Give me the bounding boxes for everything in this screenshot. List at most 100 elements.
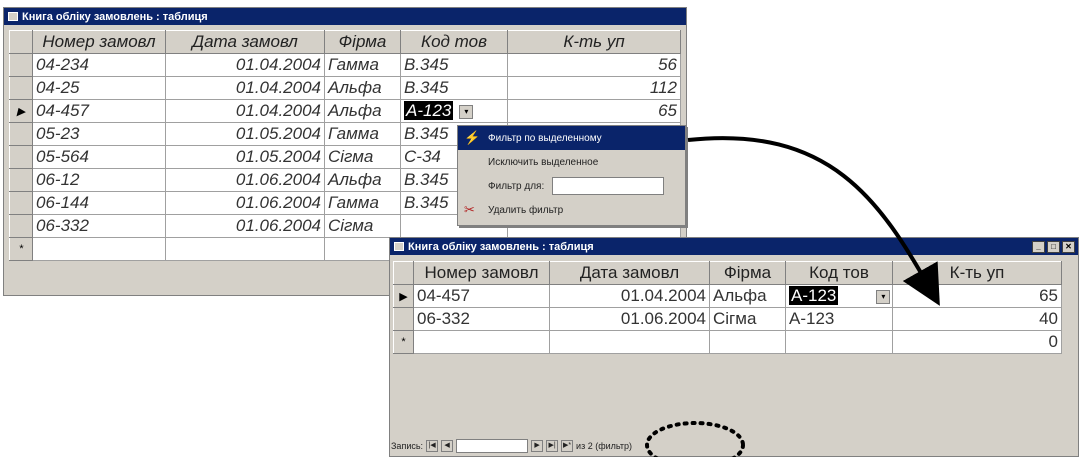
window-title-bar[interactable]: Книга обліку замовлень : таблиця _ □ ✕ — [390, 238, 1078, 255]
quantity-cell[interactable]: 65 — [507, 99, 681, 123]
firm-cell[interactable]: Альфа — [324, 168, 401, 192]
order-date-cell[interactable]: 01.06.2004 — [549, 307, 710, 331]
order-date-cell[interactable]: 01.04.2004 — [165, 53, 325, 77]
product-code-cell-selected[interactable]: A-123 ▾ — [400, 99, 508, 123]
order-date-cell[interactable]: 01.06.2004 — [165, 191, 325, 215]
row-selector[interactable] — [9, 145, 33, 169]
select-all-corner[interactable] — [9, 30, 33, 54]
column-header[interactable]: Дата замовл — [549, 261, 710, 285]
firm-cell[interactable]: Сігма — [324, 214, 401, 238]
close-icon[interactable]: ✕ — [1062, 240, 1075, 253]
quantity-cell[interactable]: 65 — [892, 284, 1062, 308]
menu-item-filter-by-selection[interactable]: ⚡ Фильтр по выделенному — [458, 126, 685, 150]
column-header[interactable]: Фірма — [324, 30, 401, 54]
menu-item-label: Исключить выделенное — [488, 156, 599, 168]
order-date-cell[interactable]: 01.05.2004 — [165, 122, 325, 146]
dropdown-arrow-icon[interactable]: ▾ — [876, 289, 891, 304]
row-selector[interactable] — [9, 168, 33, 192]
table-icon — [8, 12, 18, 21]
order-number-cell[interactable]: 06-12 — [32, 168, 166, 192]
menu-item-exclude-selection[interactable]: Исключить выделенное — [458, 150, 685, 174]
window-title-bar[interactable]: Книга обліку замовлень : таблиця — [4, 8, 686, 25]
table-row: 04-25 01.04.2004 Альфа B.345 112 — [9, 76, 681, 100]
selected-text: A-123 — [789, 286, 839, 305]
order-number-cell[interactable]: 06-144 — [32, 191, 166, 215]
datasheet-grid-filtered: Номер замовл Дата замовл Фірма Код тов К… — [393, 261, 1062, 354]
order-number-cell[interactable]: 04-25 — [32, 76, 166, 100]
menu-item-label: Фильтр по выделенному — [488, 132, 602, 144]
table-row: 04-234 01.04.2004 Гамма B.345 56 — [9, 53, 681, 77]
product-code-cell-selected[interactable]: A-123 ▾ — [785, 284, 893, 308]
quantity-cell[interactable]: 112 — [507, 76, 681, 100]
table-row-current: ▶ 04-457 01.04.2004 Альфа A-123 ▾ 65 — [9, 99, 681, 123]
column-header[interactable]: К-ть уп — [507, 30, 681, 54]
firm-cell[interactable]: Гамма — [324, 53, 401, 77]
filter-for-input[interactable] — [552, 177, 665, 195]
firm-cell[interactable]: Альфа — [324, 99, 401, 123]
quantity-cell[interactable]: 40 — [892, 307, 1062, 331]
previous-record-icon[interactable]: ◀ — [441, 440, 454, 452]
product-code-cell[interactable]: B.345 — [400, 53, 508, 77]
current-row-indicator[interactable]: ▶ — [9, 99, 33, 123]
selected-text: A-123 — [404, 101, 454, 120]
new-record-indicator[interactable]: * — [393, 330, 414, 354]
row-selector[interactable] — [9, 122, 33, 146]
row-selector[interactable] — [9, 76, 33, 100]
new-record-icon[interactable]: ▶* — [561, 440, 574, 452]
row-selector[interactable] — [393, 307, 414, 331]
firm-cell[interactable]: Сігма — [324, 145, 401, 169]
filter-selection-icon: ⚡ — [464, 130, 481, 145]
quantity-cell[interactable]: 56 — [507, 53, 681, 77]
record-label: Запись: — [391, 441, 424, 451]
order-number-cell[interactable]: 06-332 — [32, 214, 166, 238]
window-title: Книга обліку замовлень : таблиця — [22, 10, 208, 23]
column-header[interactable]: Код тов — [785, 261, 893, 285]
row-selector[interactable] — [9, 214, 33, 238]
order-date-cell[interactable]: 01.06.2004 — [165, 214, 325, 238]
first-record-icon[interactable]: |◀ — [426, 440, 439, 452]
column-header[interactable]: Фірма — [709, 261, 786, 285]
firm-cell[interactable]: Сігма — [709, 307, 786, 331]
column-header[interactable]: Номер замовл — [413, 261, 550, 285]
record-count-text: из 2 (фильтр) — [576, 441, 632, 451]
row-selector[interactable] — [9, 53, 33, 77]
order-number-cell[interactable]: 04-457 — [32, 99, 166, 123]
order-number-cell[interactable]: 05-23 — [32, 122, 166, 146]
menu-item-filter-for[interactable]: Фильтр для: — [458, 174, 685, 198]
quantity-cell-default[interactable]: 0 — [892, 330, 1062, 354]
new-record-indicator[interactable]: * — [9, 237, 33, 261]
order-date-cell[interactable]: 01.05.2004 — [165, 145, 325, 169]
firm-cell[interactable]: Гамма — [324, 191, 401, 215]
current-row-indicator[interactable]: ▶ — [393, 284, 414, 308]
column-header[interactable]: Номер замовл — [32, 30, 166, 54]
last-record-icon[interactable]: ▶| — [546, 440, 559, 452]
record-number-input[interactable] — [456, 439, 529, 453]
select-all-corner[interactable] — [393, 261, 414, 285]
context-menu: ⚡ Фильтр по выделенному Исключить выделе… — [457, 125, 686, 226]
firm-cell[interactable]: Гамма — [324, 122, 401, 146]
order-number-cell[interactable]: 04-234 — [32, 53, 166, 77]
product-code-cell[interactable]: B.345 — [400, 76, 508, 100]
order-date-cell[interactable]: 01.04.2004 — [549, 284, 710, 308]
firm-cell[interactable]: Альфа — [324, 76, 401, 100]
maximize-icon[interactable]: □ — [1047, 240, 1060, 253]
order-number-cell[interactable]: 04-457 — [413, 284, 550, 308]
next-record-icon[interactable]: ▶ — [531, 440, 544, 452]
firm-cell[interactable]: Альфа — [709, 284, 786, 308]
column-header[interactable]: К-ть уп — [892, 261, 1062, 285]
product-code-cell[interactable]: A-123 — [785, 307, 893, 331]
order-date-cell[interactable]: 01.04.2004 — [165, 99, 325, 123]
column-header[interactable]: Дата замовл — [165, 30, 325, 54]
order-date-cell[interactable]: 01.04.2004 — [165, 76, 325, 100]
row-selector[interactable] — [9, 191, 33, 215]
order-number-cell[interactable]: 06-332 — [413, 307, 550, 331]
order-number-cell[interactable]: 05-564 — [32, 145, 166, 169]
menu-item-label: Удалить фильтр — [488, 204, 564, 216]
menu-item-remove-filter[interactable]: ✂ Удалить фильтр — [458, 198, 685, 222]
minimize-icon[interactable]: _ — [1032, 240, 1045, 253]
order-date-cell[interactable]: 01.06.2004 — [165, 168, 325, 192]
menu-item-label: Фильтр для: — [488, 180, 545, 192]
remove-filter-icon: ✂ — [464, 202, 475, 217]
dropdown-arrow-icon[interactable]: ▾ — [459, 104, 474, 119]
column-header[interactable]: Код тов — [400, 30, 508, 54]
